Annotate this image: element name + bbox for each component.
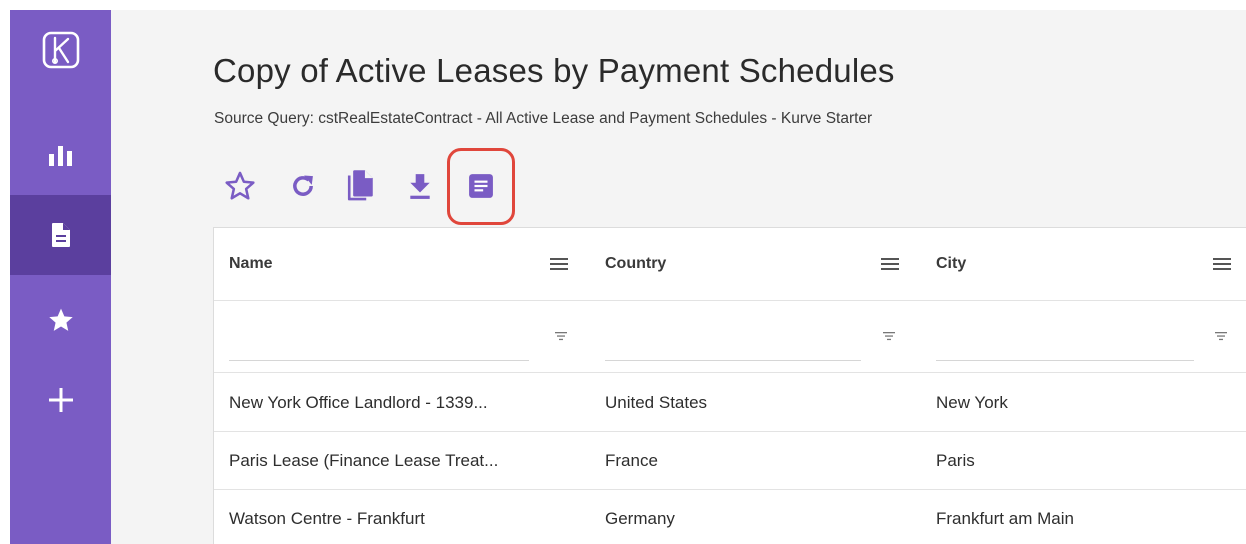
document-icon: [51, 223, 70, 247]
plus-icon: [48, 388, 73, 412]
bar-chart-icon: [48, 146, 72, 166]
kurve-logo-icon[interactable]: [10, 10, 111, 90]
cell-country: France: [605, 451, 658, 470]
star-icon: [48, 308, 73, 331]
cell-city: Paris: [936, 451, 975, 470]
page-title: Copy of Active Leases by Payment Schedul…: [213, 52, 895, 89]
download-icon: [410, 174, 430, 199]
report-icon: [469, 174, 493, 198]
sidebar-item-analytics[interactable]: [10, 115, 111, 195]
filter-icon[interactable]: [882, 329, 896, 343]
table-row[interactable]: Watson Centre - Frankfurt Germany Frankf…: [214, 490, 1246, 544]
source-query-subtitle: Source Query: cstRealEstateContract - Al…: [214, 110, 873, 127]
cell-country: United States: [605, 393, 708, 412]
report-button[interactable]: [461, 166, 501, 206]
filter-icon[interactable]: [554, 329, 568, 343]
sidebar: [10, 10, 111, 544]
table-row[interactable]: New York Office Landlord - 1339... Unite…: [214, 374, 1246, 432]
column-menu-icon[interactable]: [879, 254, 901, 274]
sidebar-item-favorites[interactable]: [10, 280, 111, 360]
cell-name: Watson Centre - Frankfurt: [229, 509, 425, 528]
column-menu-icon[interactable]: [548, 254, 570, 274]
app-window: Copy of Active Leases by Payment Schedul…: [10, 10, 1246, 544]
filter-icon[interactable]: [1214, 329, 1228, 343]
cell-city: New York: [936, 393, 1008, 412]
cell-name: Paris Lease (Finance Lease Treat...: [229, 451, 499, 470]
city-filter-input[interactable]: [936, 337, 1194, 361]
refresh-icon: [293, 175, 313, 196]
column-header-name[interactable]: Name: [229, 255, 273, 273]
column-menu-icon[interactable]: [1211, 254, 1233, 274]
favorite-button[interactable]: [220, 166, 260, 206]
download-button[interactable]: [400, 166, 440, 206]
column-header-city[interactable]: City: [936, 255, 966, 273]
star-outline-icon: [225, 171, 255, 200]
copy-button[interactable]: [341, 166, 381, 206]
name-filter-input[interactable]: [229, 337, 529, 361]
column-header-country[interactable]: Country: [605, 255, 666, 273]
cell-city: Frankfurt am Main: [936, 509, 1074, 528]
sidebar-item-reports[interactable]: [10, 195, 111, 275]
app-frame: Copy of Active Leases by Payment Schedul…: [0, 0, 1246, 544]
table-row[interactable]: Paris Lease (Finance Lease Treat... Fran…: [214, 432, 1246, 490]
cell-country: Germany: [605, 509, 675, 528]
cell-name: New York Office Landlord - 1339...: [229, 393, 488, 412]
sidebar-item-create[interactable]: [10, 360, 111, 440]
country-filter-input[interactable]: [605, 337, 861, 361]
grid-header-row: Name Country City: [214, 228, 1246, 301]
copy-icon: [347, 170, 373, 201]
grid-filter-row: [214, 301, 1246, 373]
data-grid: Name Country City New York Office Landlo…: [213, 227, 1246, 544]
refresh-button[interactable]: [283, 166, 323, 206]
